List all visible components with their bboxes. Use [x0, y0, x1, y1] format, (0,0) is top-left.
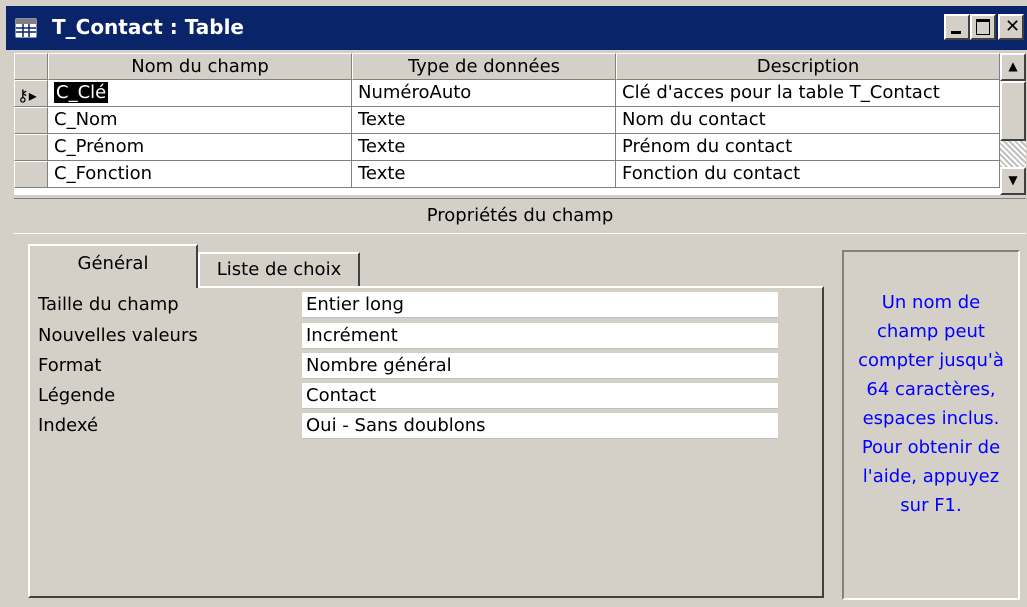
property-label: Nouvelles valeurs: [38, 325, 198, 346]
property-value-caption[interactable]: Contact: [302, 383, 778, 409]
property-label: Indexé: [38, 415, 99, 436]
description-cell[interactable]: Nom du contact: [616, 107, 1000, 134]
description-cell[interactable]: Clé d'acces pour la table T_Contact: [616, 80, 1000, 107]
title-bar[interactable]: T_Contact : Table ✕: [6, 6, 1027, 50]
description-cell[interactable]: Fonction du contact: [616, 161, 1000, 188]
property-value-indexed[interactable]: Oui - Sans doublons: [302, 413, 778, 439]
property-value-new-values[interactable]: Incrément: [302, 323, 778, 349]
primary-key-icon: ⚷▸: [17, 86, 37, 105]
header-corner[interactable]: [14, 53, 48, 80]
field-name-cell[interactable]: C_Nom: [48, 107, 352, 134]
data-type-cell[interactable]: Texte: [352, 134, 616, 161]
property-label: Format: [38, 355, 102, 376]
window-title: T_Contact : Table: [52, 15, 244, 39]
field-name-cell[interactable]: C_Prénom: [48, 134, 352, 161]
tab-lookup[interactable]: Liste de choix: [198, 252, 360, 288]
row-selector[interactable]: ⚷▸: [14, 80, 48, 107]
row-selector[interactable]: [14, 161, 48, 188]
help-text-box: Un nom de champ peut compter jusqu'à 64 …: [842, 250, 1020, 600]
header-data-type[interactable]: Type de données: [352, 53, 616, 80]
vertical-scrollbar[interactable]: ▲ ▼: [1000, 53, 1026, 195]
table-design-window: T_Contact : Table ✕ Nom du champ Type de…: [0, 0, 1027, 607]
scroll-down-icon[interactable]: ▼: [1000, 167, 1026, 195]
header-description[interactable]: Description: [616, 53, 1000, 80]
row-selector[interactable]: [14, 107, 48, 134]
property-label: Légende: [38, 385, 116, 406]
tab-general[interactable]: Général: [28, 244, 198, 288]
header-field-name[interactable]: Nom du champ: [48, 53, 352, 80]
table-row[interactable]: ⚷▸ C_Clé NuméroAuto Clé d'acces pour la …: [14, 80, 1000, 107]
row-selector[interactable]: [14, 134, 48, 161]
scroll-thumb[interactable]: [1000, 81, 1026, 141]
property-label: Taille du champ: [38, 294, 179, 315]
property-value-field-size[interactable]: Entier long: [302, 292, 778, 318]
table-icon: [15, 18, 37, 38]
data-type-cell[interactable]: NuméroAuto: [352, 80, 616, 107]
field-name-cell[interactable]: C_Clé: [48, 80, 352, 107]
grid-header-row: Nom du champ Type de données Description: [14, 53, 1000, 80]
scroll-track[interactable]: [1000, 141, 1026, 167]
field-grid: Nom du champ Type de données Description…: [14, 53, 1000, 195]
minimize-button[interactable]: [944, 14, 970, 40]
scroll-up-icon[interactable]: ▲: [1000, 53, 1026, 81]
maximize-button[interactable]: [970, 14, 996, 40]
data-type-cell[interactable]: Texte: [352, 107, 616, 134]
data-type-cell[interactable]: Texte: [352, 161, 616, 188]
table-row[interactable]: C_Fonction Texte Fonction du contact: [14, 161, 1000, 188]
close-icon: ✕: [1005, 16, 1021, 37]
close-button[interactable]: ✕: [998, 14, 1024, 40]
field-properties-title: Propriétés du champ: [14, 198, 1026, 234]
property-value-format[interactable]: Nombre général: [302, 353, 778, 379]
table-row[interactable]: C_Nom Texte Nom du contact: [14, 107, 1000, 134]
table-row[interactable]: C_Prénom Texte Prénom du contact: [14, 134, 1000, 161]
description-cell[interactable]: Prénom du contact: [616, 134, 1000, 161]
field-name-cell[interactable]: C_Fonction: [48, 161, 352, 188]
